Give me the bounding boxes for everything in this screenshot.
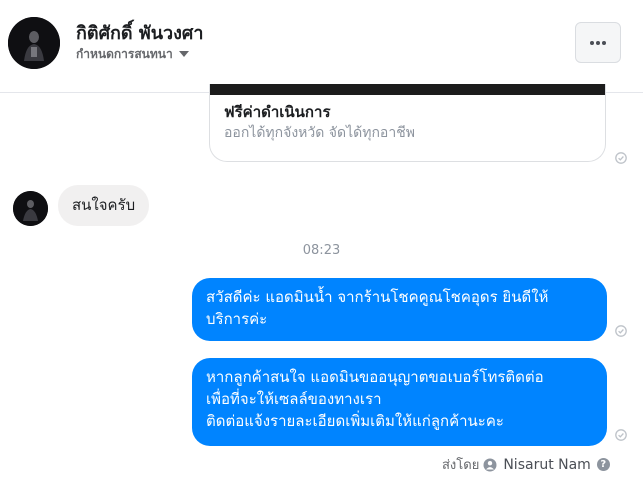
- message-line: บริการค่ะ: [206, 310, 268, 328]
- contact-avatar[interactable]: [8, 17, 60, 69]
- sender-icon: [483, 458, 497, 471]
- help-icon[interactable]: ?: [596, 458, 610, 471]
- message-line: ติดต่อแจ้งรายละเอียดเพิ่มเติมให้แก่ลูกค้…: [206, 412, 504, 430]
- seen-check-icon: [615, 325, 627, 337]
- avatar-photo: [13, 191, 48, 226]
- contact-name[interactable]: กิติศักดิ์ พันวงศา: [76, 18, 203, 47]
- conversation-header: กิติศักดิ์ พันวงศา กำหนดการสนทนา: [0, 0, 643, 93]
- link-preview-title: ฟรีค่าดำเนินการ: [224, 103, 331, 121]
- incoming-message[interactable]: สนใจครับ: [58, 185, 150, 226]
- outgoing-message[interactable]: หากลูกค้าสนใจ แอดมินขออนุญาตขอเบอร์โทรติ…: [192, 358, 607, 446]
- seen-check-icon: [615, 429, 627, 441]
- message-line: สวัสดีค่ะ แอดมินน้ำ จากร้านโชคคูณโชคอุดร…: [206, 288, 549, 306]
- outgoing-message[interactable]: สวัสดีค่ะ แอดมินน้ำ จากร้านโชคคูณโชคอุดร…: [192, 278, 607, 341]
- sender-name[interactable]: Nisarut Nam: [503, 457, 591, 473]
- seen-check-icon: [615, 152, 627, 164]
- link-preview-card[interactable]: ฟรีค่าดำเนินการ ออกได้ทุกจังหวัด จัดได้ท…: [209, 84, 606, 162]
- sent-by-info: ส่งโดย Nisarut Nam ?: [442, 454, 610, 475]
- message-timestamp: 08:23: [302, 243, 341, 258]
- link-preview-image: [210, 84, 605, 95]
- sender-avatar[interactable]: [13, 191, 48, 226]
- schedule-conversation-dropdown[interactable]: กำหนดการสนทนา: [76, 45, 189, 64]
- sent-by-label: ส่งโดย: [442, 458, 480, 473]
- messenger-conversation: กิติศักดิ์ พันวงศา กำหนดการสนทนา ฟรีค่าด…: [0, 0, 643, 482]
- more-options-button[interactable]: [575, 22, 621, 63]
- more-icon: [590, 40, 606, 45]
- message-line: เพื่อที่จะให้เซลล์ของทางเรา: [206, 390, 382, 408]
- schedule-conversation-label: กำหนดการสนทนา: [76, 47, 173, 61]
- avatar-photo: [8, 17, 60, 69]
- link-preview-description: ออกได้ทุกจังหวัด จัดได้ทุกอาชีพ: [224, 125, 415, 141]
- caret-down-icon: [178, 50, 189, 57]
- message-line: หากลูกค้าสนใจ แอดมินขออนุญาตขอเบอร์โทรติ…: [206, 368, 544, 386]
